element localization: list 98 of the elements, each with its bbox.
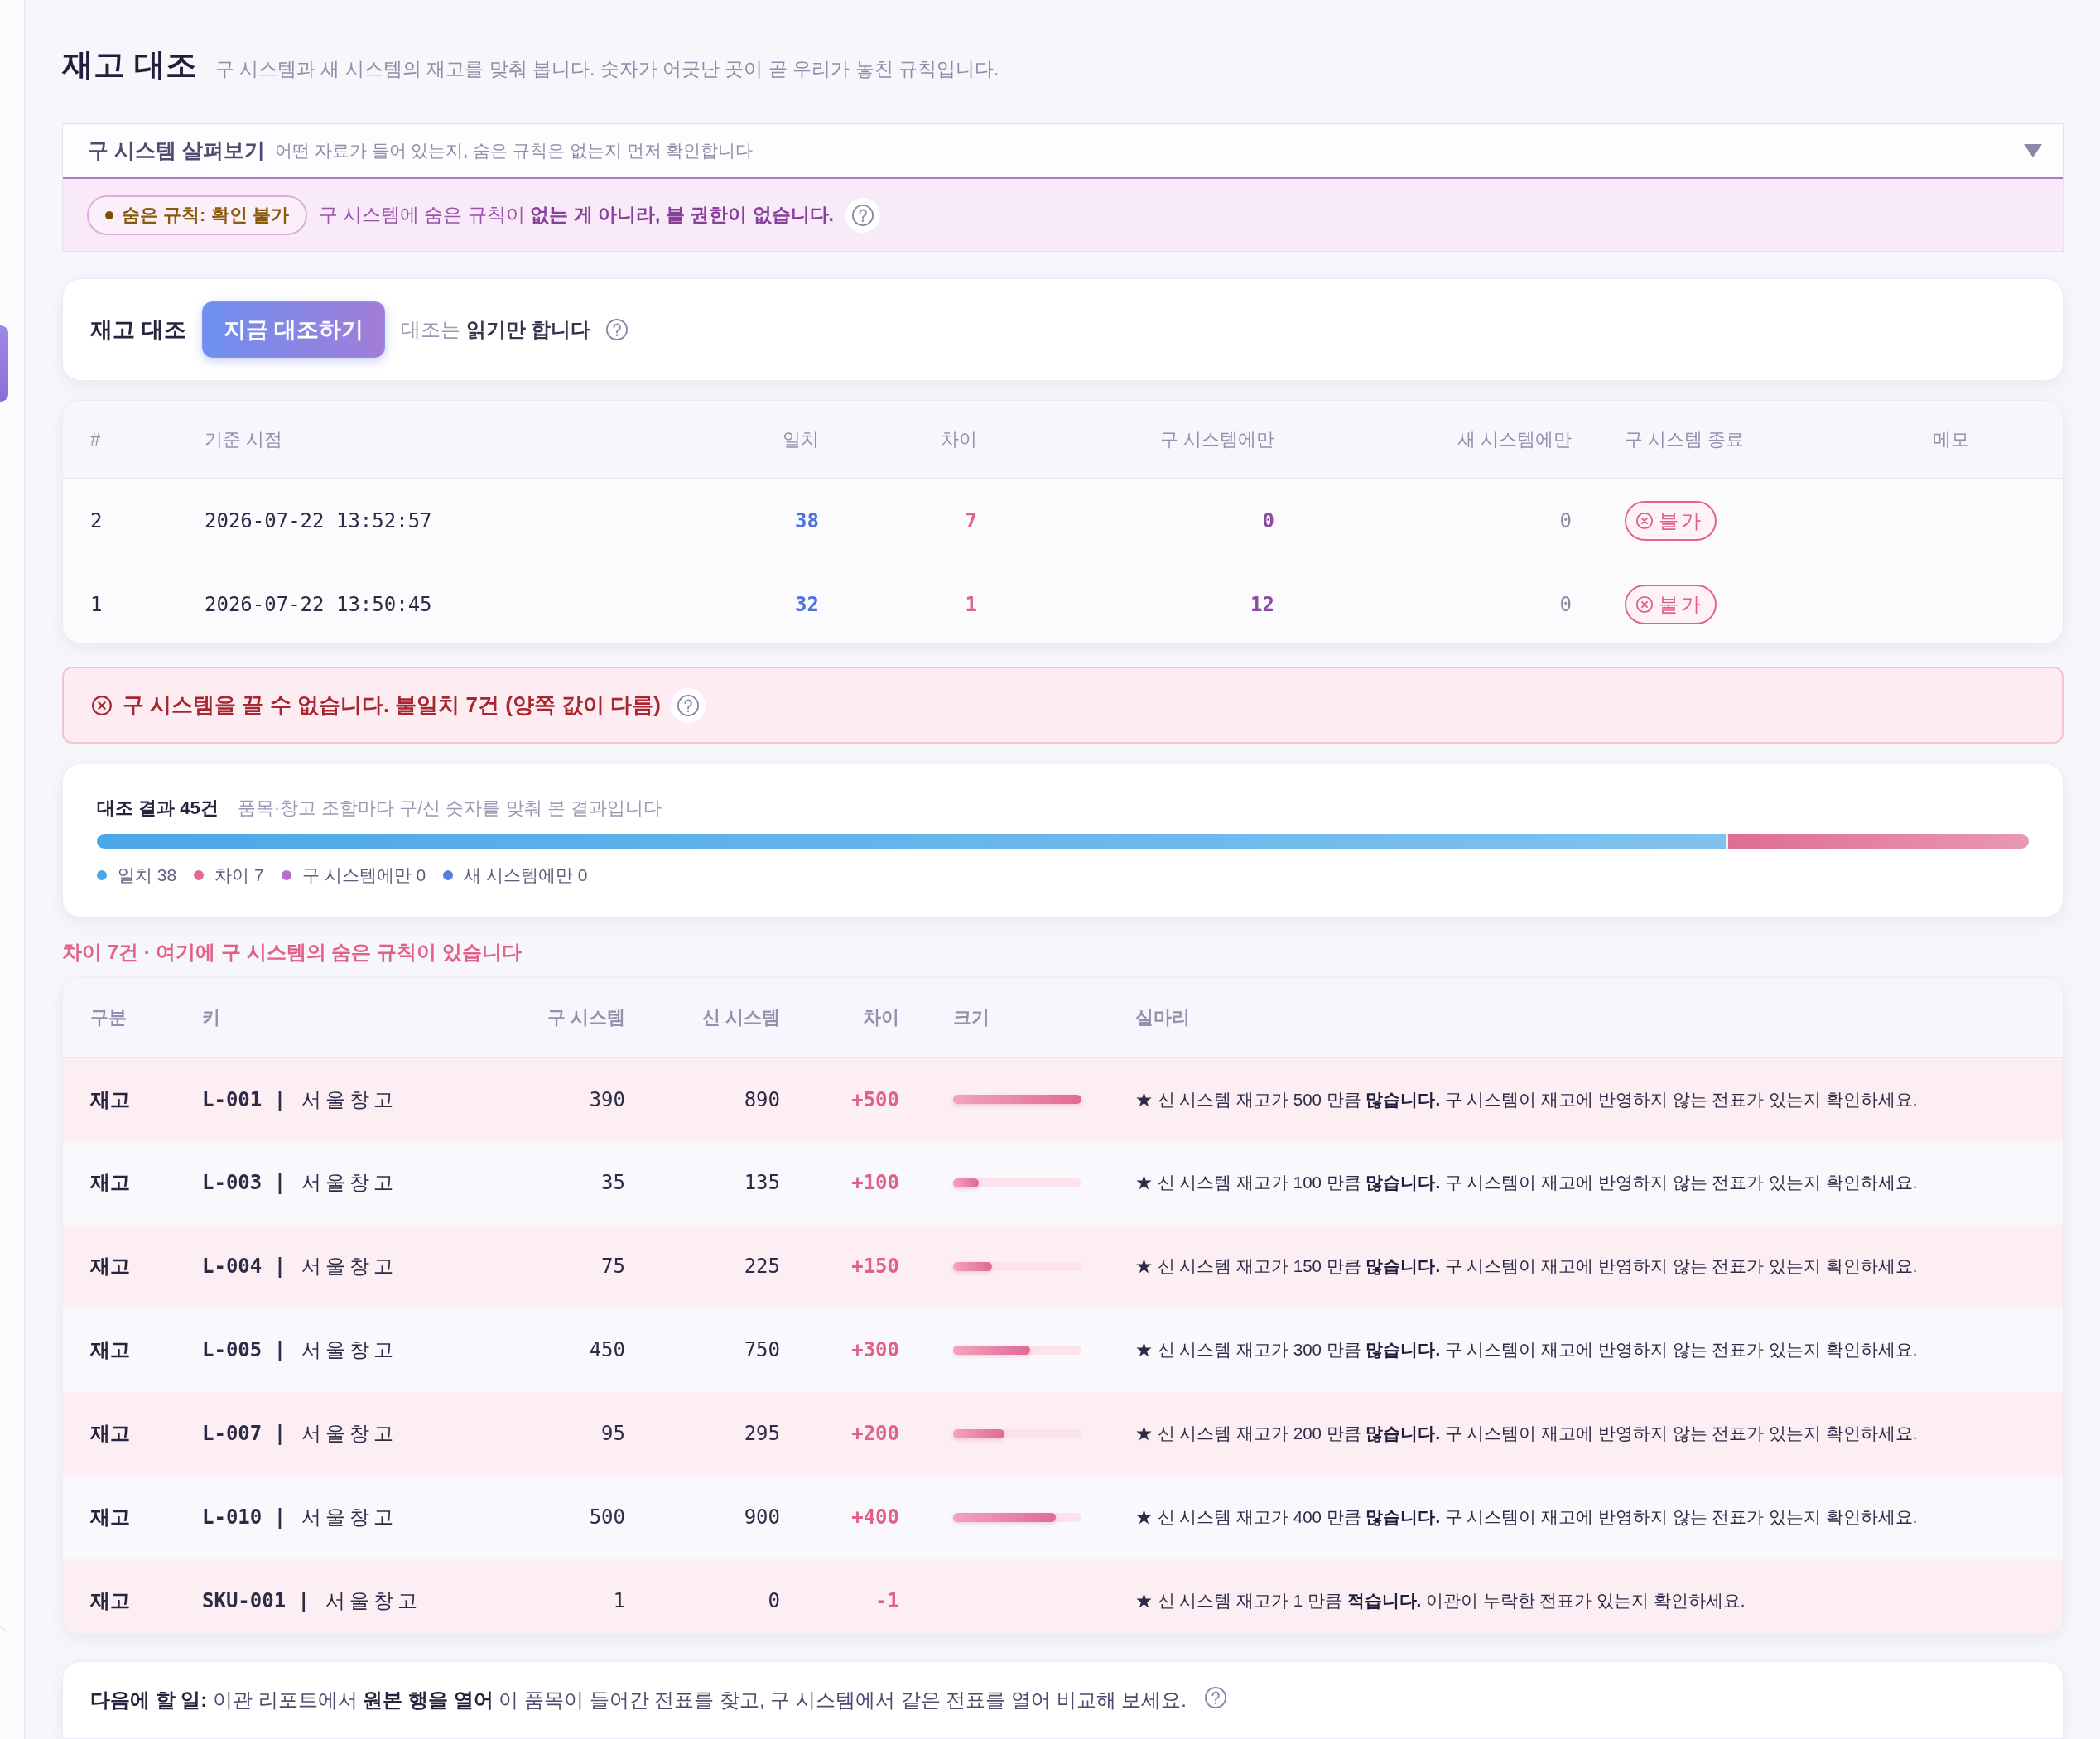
table-cell: 재고: [63, 1225, 202, 1308]
help-icon[interactable]: [606, 319, 629, 341]
table-cell: 12: [977, 562, 1274, 643]
table-cell: 500: [514, 1476, 625, 1559]
clue-text: ★ 신 시스템 재고가 200 만큼 많습니다. 구 시스템이 재고에 반영하지 않는 전표가 있는지 확인하세요.: [1135, 1392, 2063, 1476]
legend-label: 새 시스템에만 0: [464, 865, 588, 886]
next-step-text: 다음에 할 일: 이관 리포트에서 원본 행을 열어 이 품목이 들어간 전표를 찾고, 구 시스템에서 같은 전표를 열어 비교해 보세요.: [90, 1688, 1187, 1713]
help-icon[interactable]: [1205, 1687, 1227, 1708]
caret-icon[interactable]: [2023, 143, 2043, 158]
sidebar-handle[interactable]: [0, 325, 8, 402]
column-header: 신 시스템: [625, 978, 780, 1057]
table-cell: 75: [514, 1225, 625, 1308]
table-cell: 750: [625, 1308, 780, 1392]
table-cell: 0: [625, 1559, 780, 1634]
column-header: 메모: [1905, 401, 2063, 479]
column-header: 실마리: [1135, 978, 2063, 1057]
table-cell: SKU-001 | 서울창고: [202, 1559, 514, 1634]
section-heading: 차이 7건 · 여기에 구 시스템의 숨은 규칙이 있습니다: [62, 940, 523, 965]
table-cell: L-001 | 서울창고: [202, 1057, 514, 1141]
column-header: 차이: [819, 401, 977, 479]
error-message: 구 시스템을 끌 수 없습니다. 불일치 7건 (양쪽 값이 다름): [123, 691, 661, 720]
table-cell: 390: [514, 1057, 625, 1141]
table-cell: 재고: [63, 1476, 202, 1559]
panel-description: 어떤 자료가 들어 있는지, 숨은 규칙은 없는지 먼저 확인합니다: [274, 140, 754, 162]
column-header: 크기: [899, 978, 1135, 1057]
table-cell: L-010 | 서울창고: [202, 1476, 514, 1559]
legend-label: 차이 7: [214, 865, 264, 886]
table-cell: +100: [780, 1141, 899, 1225]
table-cell: +300: [780, 1308, 899, 1392]
table-cell: 35: [514, 1141, 625, 1225]
clue-text: ★ 신 시스템 재고가 100 만큼 많습니다. 구 시스템이 재고에 반영하지 않는 전표가 있는지 확인하세요.: [1135, 1141, 2063, 1225]
table-cell: 1: [819, 562, 977, 643]
table-cell: 900: [625, 1476, 780, 1559]
table-cell: 2026-07-22 13:50:45: [205, 562, 730, 643]
x-circle-icon: [1635, 595, 1654, 614]
clue-text: ★ 신 시스템 재고가 1 만큼 적습니다. 이관이 누락한 전표가 있는지 확인하세요.: [1135, 1559, 2063, 1634]
help-icon[interactable]: [671, 687, 706, 723]
table-cell: 7: [819, 479, 977, 563]
table-cell: 재고: [63, 1308, 202, 1392]
panel-title: 구 시스템 살펴보기: [88, 137, 265, 164]
clue-text: ★ 신 시스템 재고가 500 만큼 많습니다. 구 시스템이 재고에 반영하지 않는 전표가 있는지 확인하세요.: [1135, 1057, 2063, 1141]
summary-title: 대조 결과 45건: [97, 797, 219, 820]
column-header: 기준 시점: [205, 401, 730, 479]
column-header: 구분: [63, 978, 202, 1057]
table-cell: +400: [780, 1476, 899, 1559]
table-cell: +200: [780, 1392, 899, 1476]
shutdown-status: 불가: [1659, 591, 1703, 617]
column-header: #: [63, 401, 205, 479]
summary-description: 품목·창고 조합마다 구/신 숫자를 맞춰 본 결과입니다: [237, 797, 662, 820]
table-cell: L-005 | 서울창고: [202, 1308, 514, 1392]
x-circle-icon: [91, 694, 113, 716]
column-header: 구 시스템: [514, 978, 625, 1057]
column-header: 일치: [730, 401, 819, 479]
clue-text: ★ 신 시스템 재고가 150 만큼 많습니다. 구 시스템이 재고에 반영하지 않는 전표가 있는지 확인하세요.: [1135, 1225, 2063, 1308]
table-cell: 2: [63, 479, 205, 563]
table-cell: 2026-07-22 13:52:57: [205, 479, 730, 563]
table-cell: 32: [730, 562, 819, 643]
column-header: 새 시스템에만: [1274, 401, 1572, 479]
hidden-rule-status: 숨은 규칙: 확인 불가: [122, 204, 289, 227]
table-cell: 재고: [63, 1057, 202, 1141]
shutdown-status: 불가: [1659, 508, 1703, 534]
table-cell: L-004 | 서울창고: [202, 1225, 514, 1308]
column-header: 차이: [780, 978, 899, 1057]
table-cell: L-003 | 서울창고: [202, 1141, 514, 1225]
table-cell: 0: [977, 479, 1274, 563]
page-title: 재고 대조: [62, 46, 197, 84]
table-cell: 38: [730, 479, 819, 563]
table-cell: 재고: [63, 1392, 202, 1476]
table-cell: 0: [1274, 562, 1572, 643]
legend-label: 일치 38: [118, 865, 177, 886]
column-header: 키: [202, 978, 514, 1057]
clue-text: ★ 신 시스템 재고가 400 만큼 많습니다. 구 시스템이 재고에 반영하지 않는 전표가 있는지 확인하세요.: [1135, 1476, 2063, 1559]
section-title: 재고 대조: [90, 316, 186, 344]
status-dot-icon: [105, 210, 113, 219]
table-cell: 1: [514, 1559, 625, 1634]
table-cell: 225: [625, 1225, 780, 1308]
table-cell: L-007 | 서울창고: [202, 1392, 514, 1476]
help-icon[interactable]: [845, 197, 880, 233]
x-circle-icon: [1635, 512, 1654, 531]
table-cell: 295: [625, 1392, 780, 1476]
column-header: 구 시스템에만: [977, 401, 1274, 479]
column-header: 구 시스템 종료: [1572, 401, 1905, 479]
table-cell: 890: [625, 1057, 780, 1141]
table-cell: 재고: [63, 1141, 202, 1225]
table-cell: +150: [780, 1225, 899, 1308]
table-cell: 95: [514, 1392, 625, 1476]
table-cell: 1: [63, 562, 205, 643]
notice-text: 구 시스템에 숨은 규칙이 없는 게 아니라, 볼 권한이 없습니다.: [318, 203, 834, 228]
table-cell: 450: [514, 1308, 625, 1392]
table-cell: -1: [780, 1559, 899, 1634]
table-cell: 0: [1274, 479, 1572, 563]
table-cell: +500: [780, 1057, 899, 1141]
page-subtitle: 구 시스템과 새 시스템의 재고를 맞춰 봅니다. 숫자가 어긋난 곳이 곧 우리가 놓친 규칙입니다.: [214, 57, 999, 81]
clue-text: ★ 신 시스템 재고가 300 만큼 많습니다. 구 시스템이 재고에 반영하지 않는 전표가 있는지 확인하세요.: [1135, 1308, 2063, 1392]
table-cell: 재고: [63, 1559, 202, 1634]
legend-label: 구 시스템에만 0: [301, 865, 426, 886]
table-cell: 135: [625, 1141, 780, 1225]
read-only-note: 대조는 읽기만 합니다: [401, 317, 591, 343]
